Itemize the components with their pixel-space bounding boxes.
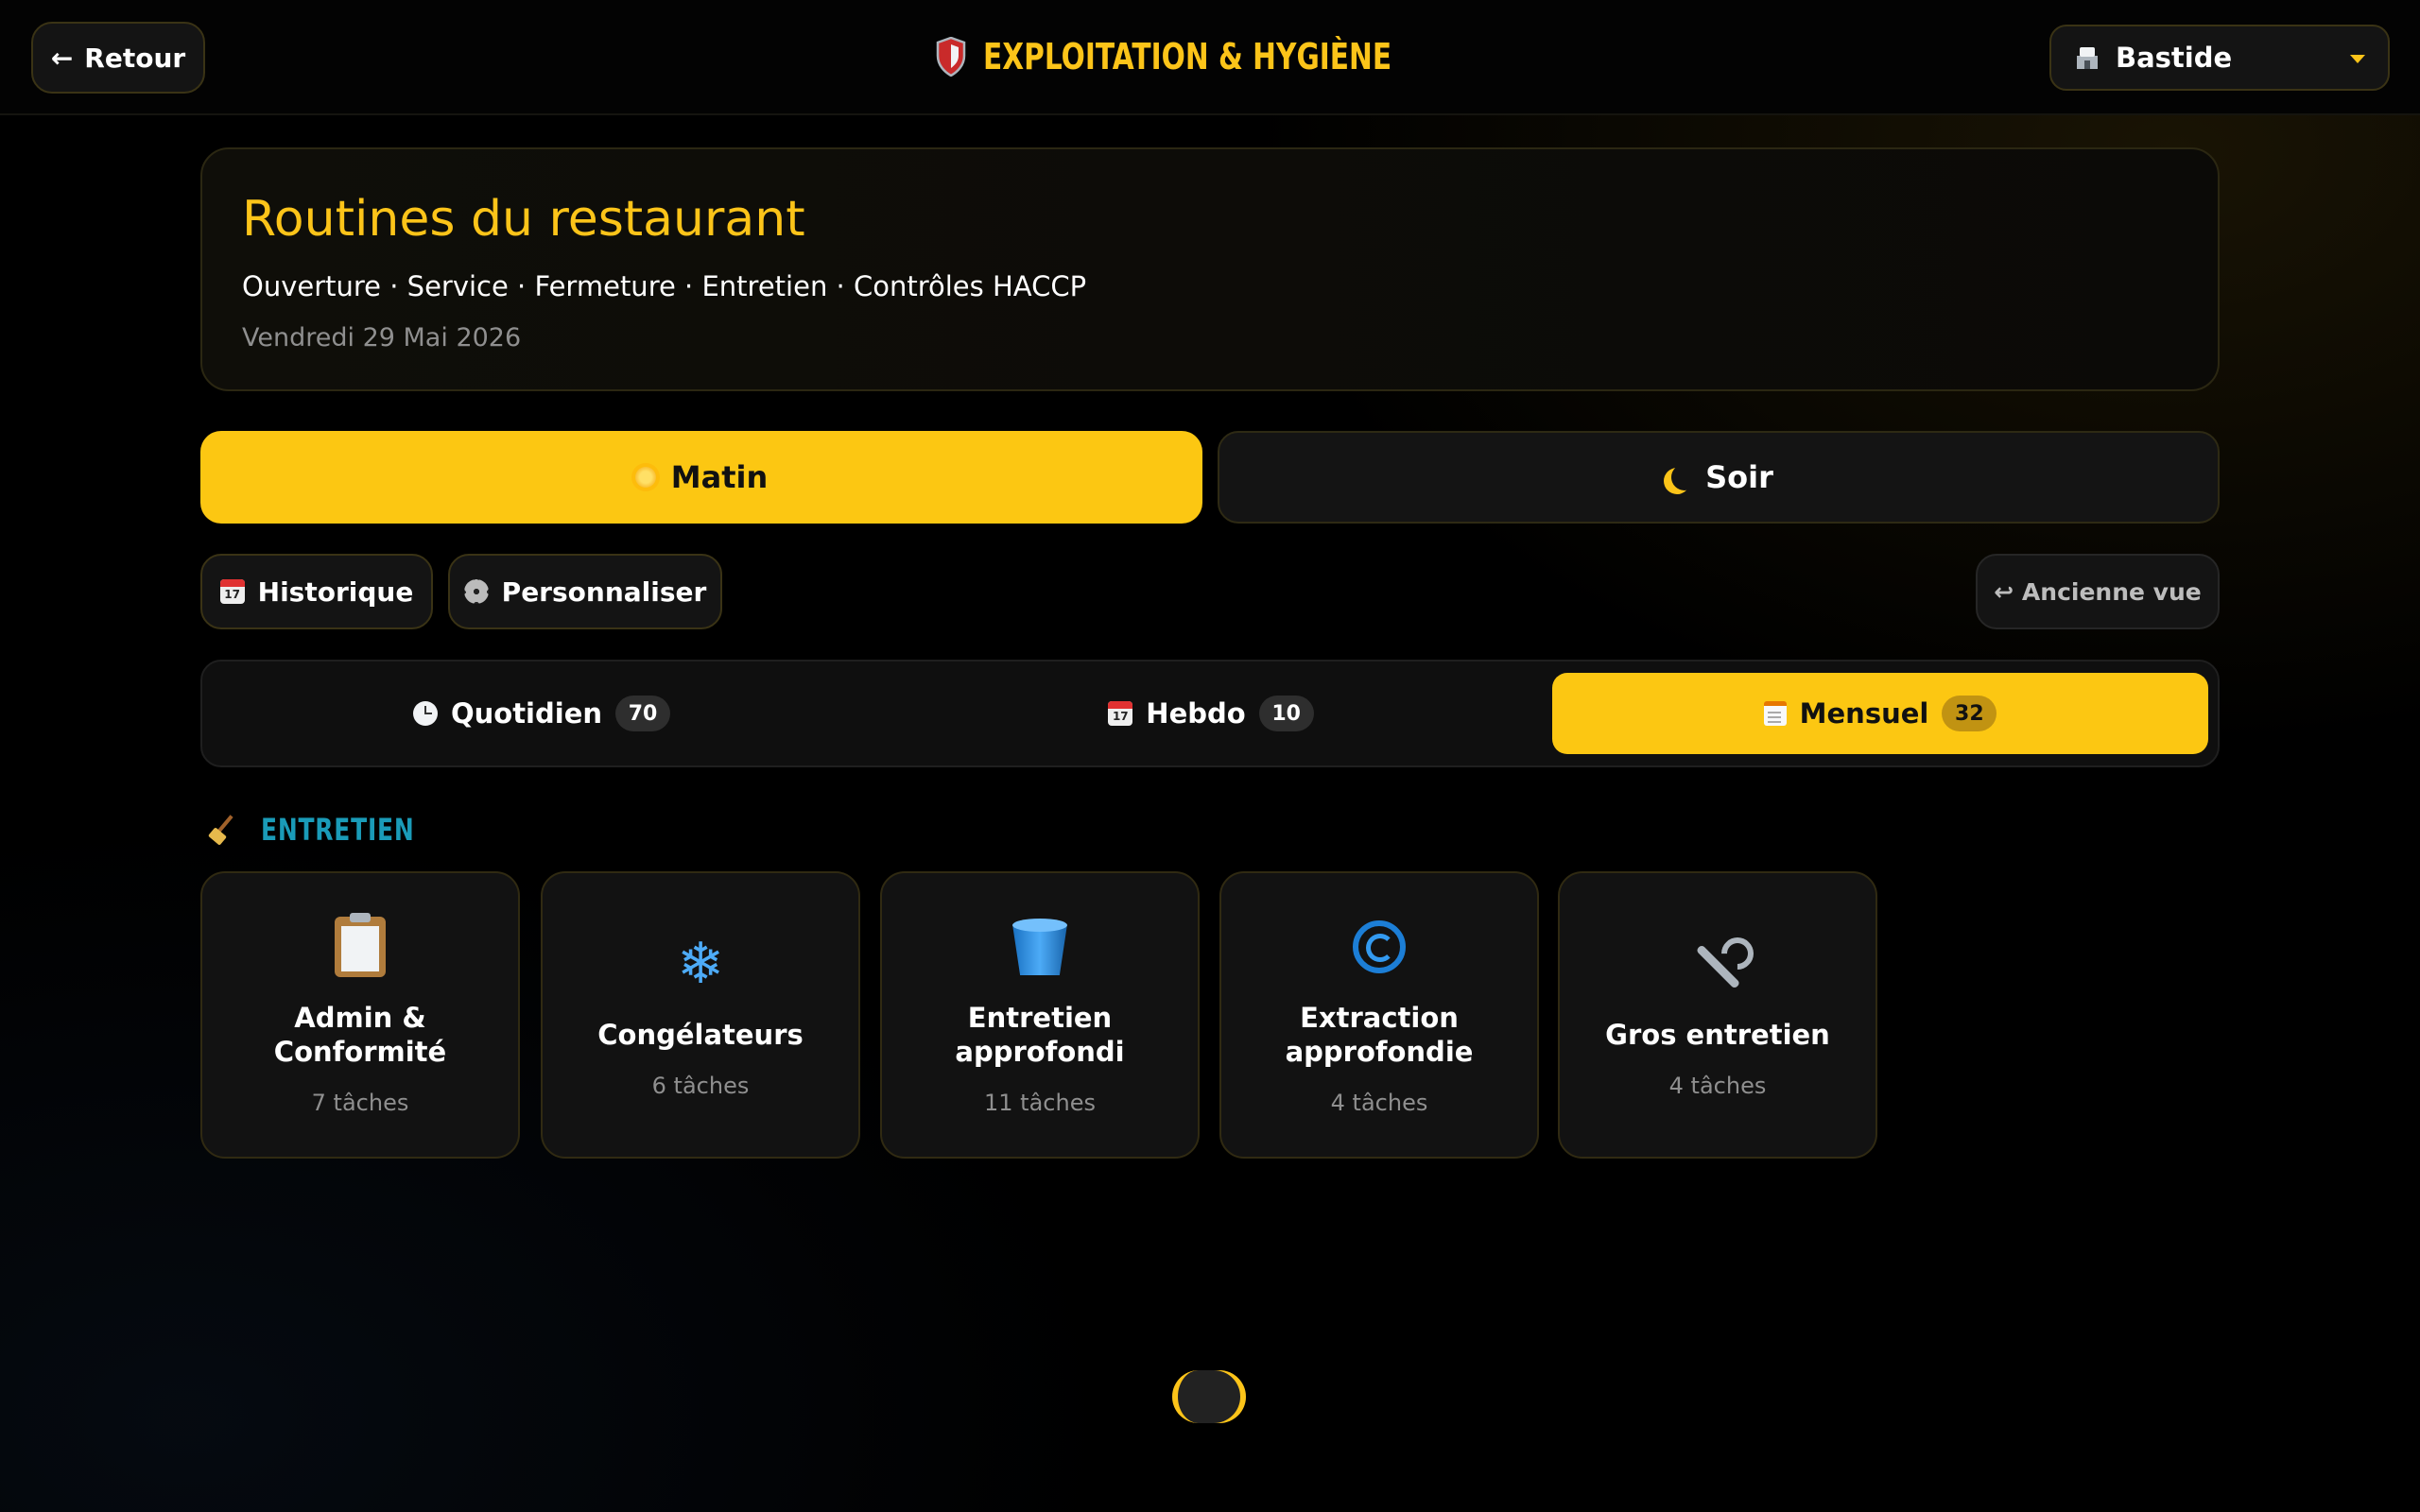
category-task-count: 4 tâches <box>1330 1090 1428 1116</box>
shield-icon <box>936 37 966 77</box>
shift-evening-label: Soir <box>1705 459 1773 495</box>
chevron-down-icon <box>2350 55 2365 63</box>
category-icon-wrap: ❄ <box>667 931 734 997</box>
section-heading: ENTRETIEN <box>208 809 458 850</box>
category-name: Extraction approfondie <box>1285 1001 1474 1069</box>
spiral-icon <box>1353 920 1406 973</box>
clock-icon <box>412 701 438 726</box>
category-name: Congélateurs <box>597 1019 804 1051</box>
category-name: Admin & Conformité <box>266 1001 455 1069</box>
snowflake-icon: ❄ <box>676 931 725 997</box>
customize-button-label: Personnaliser <box>501 576 707 608</box>
calendar-icon <box>219 579 245 604</box>
arrow-left-icon: ← <box>50 42 74 74</box>
category-card-deep-cleaning[interactable]: Entretien approfondi 11 tâches <box>880 871 1200 1159</box>
category-task-count: 6 tâches <box>651 1073 750 1099</box>
back-button-label: Retour <box>84 42 186 74</box>
category-name-text: Admin & Conformité <box>273 1002 447 1068</box>
page-header-card: Routines du restaurant Ouverture · Servi… <box>200 147 2220 391</box>
history-button[interactable]: Historique <box>200 554 433 629</box>
category-icon-wrap <box>1346 914 1412 980</box>
tab-weekly-count-badge: 10 <box>1258 696 1314 731</box>
site-select-value: Bastide <box>2116 42 2233 74</box>
category-card-admin[interactable]: Admin & Conformité 7 tâches <box>200 871 520 1159</box>
category-name: Entretien approfondi <box>945 1001 1134 1069</box>
category-icon-wrap <box>327 913 393 980</box>
moon-icon <box>1671 464 1698 490</box>
tab-monthly-count-badge: 32 <box>1942 696 1997 731</box>
tab-weekly[interactable]: Hebdo 10 <box>883 673 1539 754</box>
shift-morning-label: Matin <box>670 459 769 495</box>
tab-daily-count-badge: 70 <box>615 696 671 731</box>
tab-weekly-label: Hebdo <box>1146 697 1246 730</box>
category-icon-wrap <box>1007 914 1073 980</box>
section-title: ENTRETIEN <box>261 812 415 848</box>
frequency-tabs: Quotidien 70 Hebdo 10 Mensuel 32 <box>200 660 2220 767</box>
tab-monthly[interactable]: Mensuel 32 <box>1552 673 2208 754</box>
shift-morning-button[interactable]: Matin <box>200 431 1202 524</box>
gear-icon <box>463 579 489 604</box>
shift-evening-button[interactable]: Soir <box>1218 431 2220 524</box>
old-view-button-label: ↩ Ancienne vue <box>1994 577 2202 606</box>
customize-button[interactable]: Personnaliser <box>448 554 722 629</box>
wrench-icon <box>1687 934 1748 994</box>
category-card-freezers[interactable]: ❄ Congélateurs 6 tâches <box>541 871 860 1159</box>
clipboard-icon <box>335 913 386 977</box>
category-card-extraction[interactable]: Extraction approfondie 4 tâches <box>1219 871 1539 1159</box>
old-view-button[interactable]: ↩ Ancienne vue <box>1976 554 2220 629</box>
category-name-text: Entretien approfondi <box>955 1002 1125 1068</box>
category-icon-wrap <box>1685 931 1751 997</box>
top-bar: ← Retour EXPLOITATION & HYGIÈNE Bastide <box>0 0 2420 115</box>
category-name-text: Extraction approfondie <box>1285 1002 1474 1068</box>
category-name: Gros entretien <box>1605 1019 1830 1051</box>
back-button[interactable]: ← Retour <box>31 22 205 94</box>
tab-monthly-label: Mensuel <box>1799 697 1929 730</box>
page-subtitle: Ouverture · Service · Fermeture · Entret… <box>242 270 1087 302</box>
category-task-count: 7 tâches <box>311 1090 409 1116</box>
restaurant-icon <box>2077 47 2098 69</box>
category-task-count: 4 tâches <box>1668 1073 1767 1099</box>
tab-daily-label: Quotidien <box>450 697 603 730</box>
tab-daily[interactable]: Quotidien 70 <box>214 673 870 754</box>
loading-spinner <box>1172 1370 1246 1423</box>
bucket-icon <box>1012 919 1067 975</box>
calendar-icon <box>1108 701 1133 726</box>
broom-icon <box>208 814 240 846</box>
category-task-count: 11 tâches <box>984 1090 1096 1116</box>
page-title: Routines du restaurant <box>242 191 805 248</box>
sun-icon <box>634 467 656 488</box>
notepad-icon <box>1763 701 1787 726</box>
category-card-major-maintenance[interactable]: Gros entretien 4 tâches <box>1558 871 1877 1159</box>
history-button-label: Historique <box>257 576 414 608</box>
site-select[interactable]: Bastide <box>2049 25 2390 91</box>
app-title-text: EXPLOITATION & HYGIÈNE <box>983 36 1392 77</box>
app-title: EXPLOITATION & HYGIÈNE <box>936 28 1507 85</box>
current-date: Vendredi 29 Mai 2026 <box>242 323 522 352</box>
